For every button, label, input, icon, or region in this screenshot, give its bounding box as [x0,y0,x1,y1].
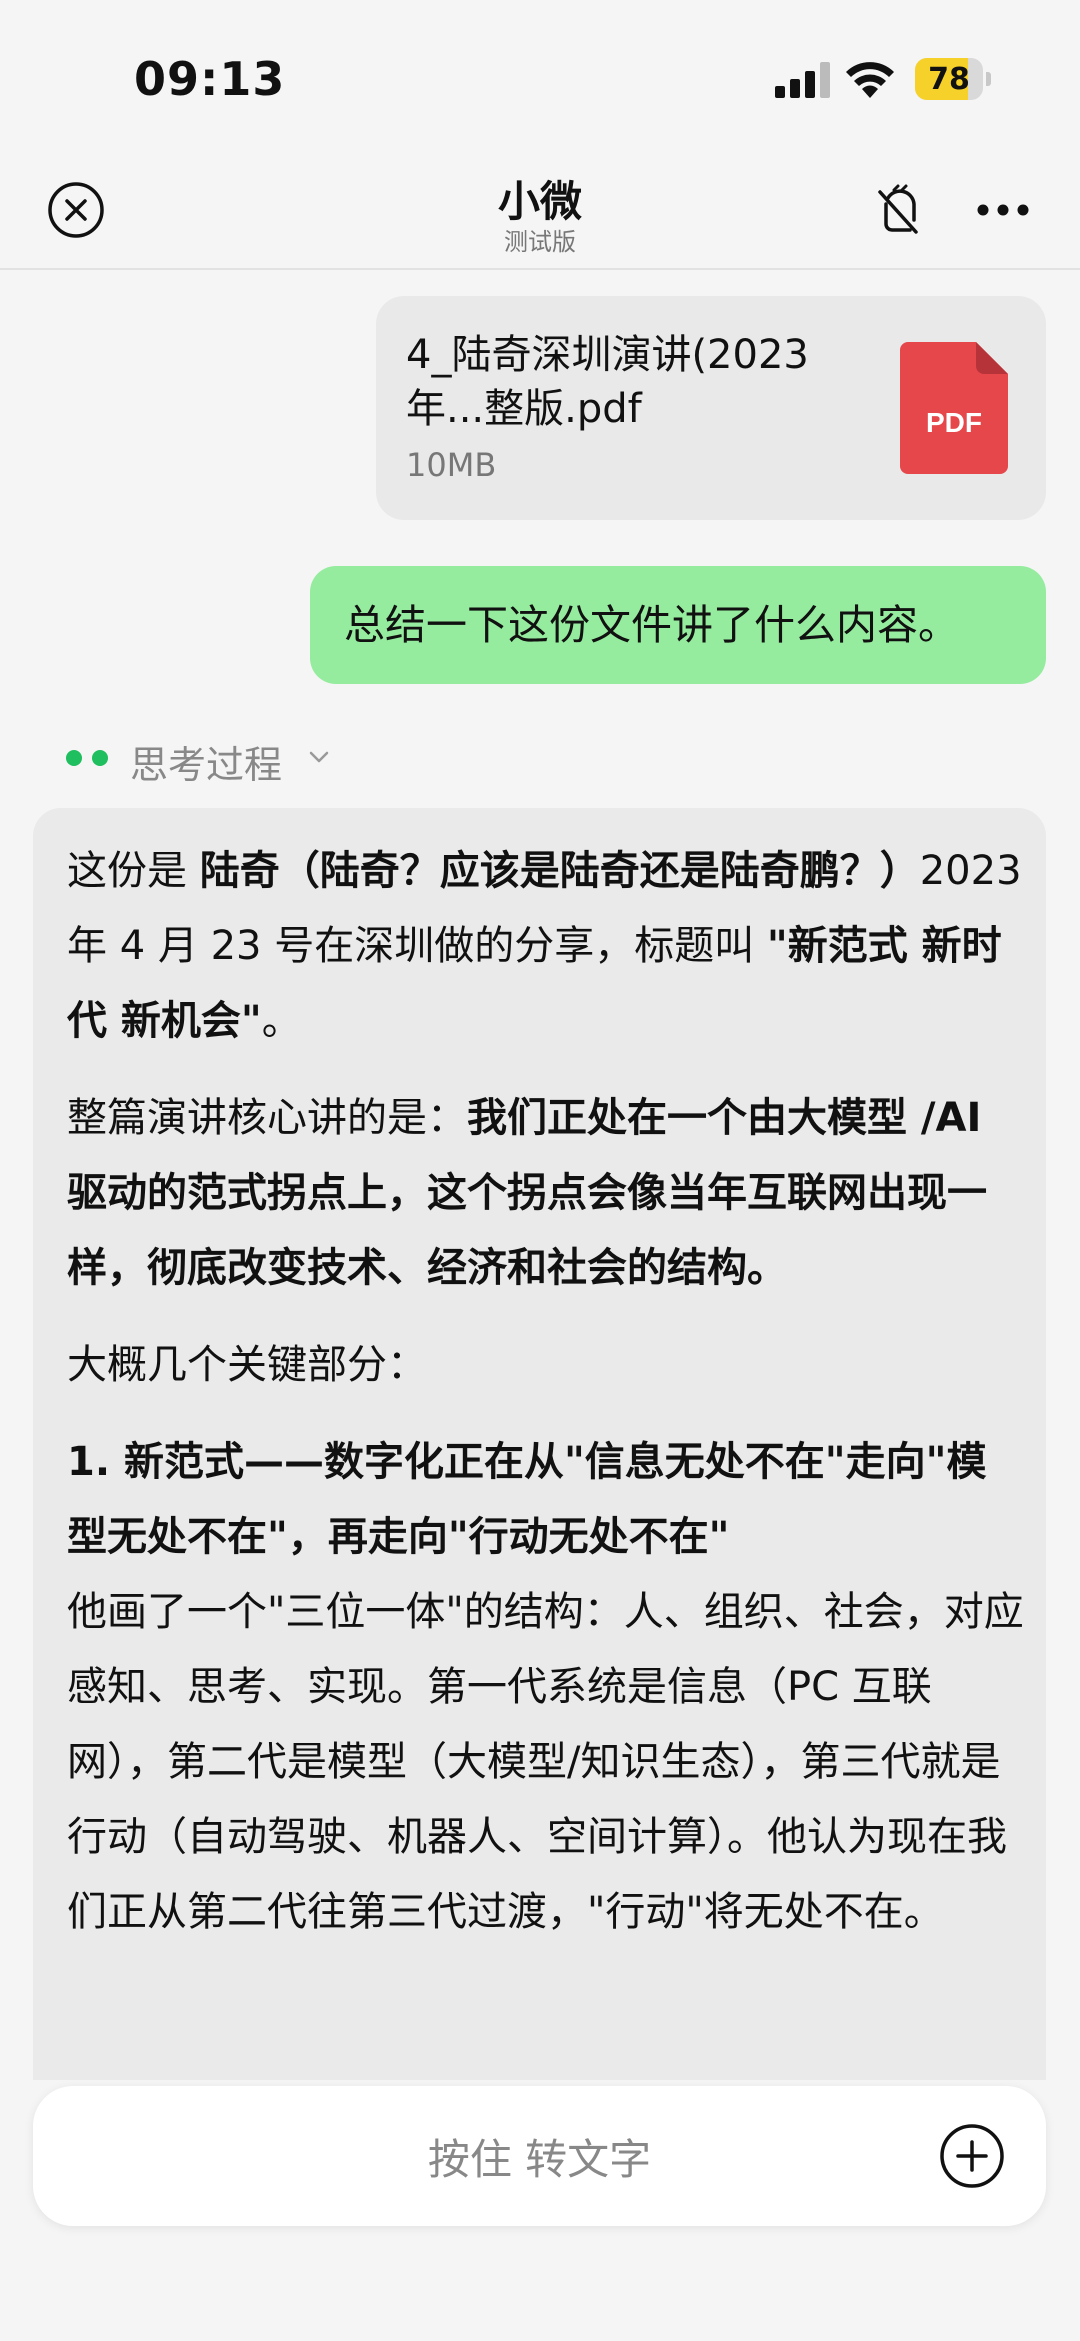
file-name: 4_陆奇深圳演讲(2023年...整版.pdf [406,332,809,432]
status-bar: 09:13 78 [0,0,1080,150]
wifi-icon [846,62,894,98]
answer-paragraph: 整篇演讲核心讲的是：我们正处在一个由大模型 /AI 驱动的范式拐点上，这个拐点会… [67,1095,987,1291]
thinking-label: 思考过程 [130,743,283,787]
battery-indicator: 78 [915,58,991,100]
mute-icon[interactable] [870,182,926,238]
cellular-signal-icon [775,62,830,98]
add-icon[interactable] [939,2123,1005,2189]
nav-bar: 小微 测试版 [0,150,1080,270]
hold-to-talk-button[interactable]: 按住 转文字 [33,2086,1046,2226]
thinking-dot [92,750,108,766]
battery-percent: 78 [928,62,970,97]
answer-paragraph: 这份是 陆奇（陆奇？应该是陆奇还是陆奇鹏？）2023 年 4 月 23 号在深圳… [67,848,1022,1044]
status-time: 09:13 [134,52,286,106]
more-options-icon[interactable] [975,202,1031,218]
chevron-down-icon [309,751,329,763]
hold-to-talk-label: 按住 转文字 [427,2135,652,2184]
answer-section-heading: 1. 新范式——数字化正在从"信息无处不在"走向"模型无处不在"，再走向"行动无… [67,1439,987,1560]
pdf-file-icon: PDF [900,342,1008,474]
answer-paragraph: 他画了一个"三位一体"的结构：人、组织、社会，对应感知、思考、实现。第一代系统是… [67,1589,1024,1935]
pdf-icon-label: PDF [926,407,982,438]
file-attachment[interactable]: 4_陆奇深圳演讲(2023年...整版.pdf 10MB PDF [376,296,1046,520]
input-bar: 按住 转文字 [0,2080,1080,2341]
user-message-bubble[interactable]: 总结一下这份文件讲了什么内容。 [310,566,1046,684]
assistant-answer-card: 这份是 陆奇（陆奇？应该是陆奇还是陆奇鹏？）2023 年 4 月 23 号在深圳… [33,808,1046,2098]
file-size: 10MB [406,446,497,484]
answer-paragraph: 大概几个关键部分： [67,1342,427,1388]
thinking-dot [66,750,82,766]
